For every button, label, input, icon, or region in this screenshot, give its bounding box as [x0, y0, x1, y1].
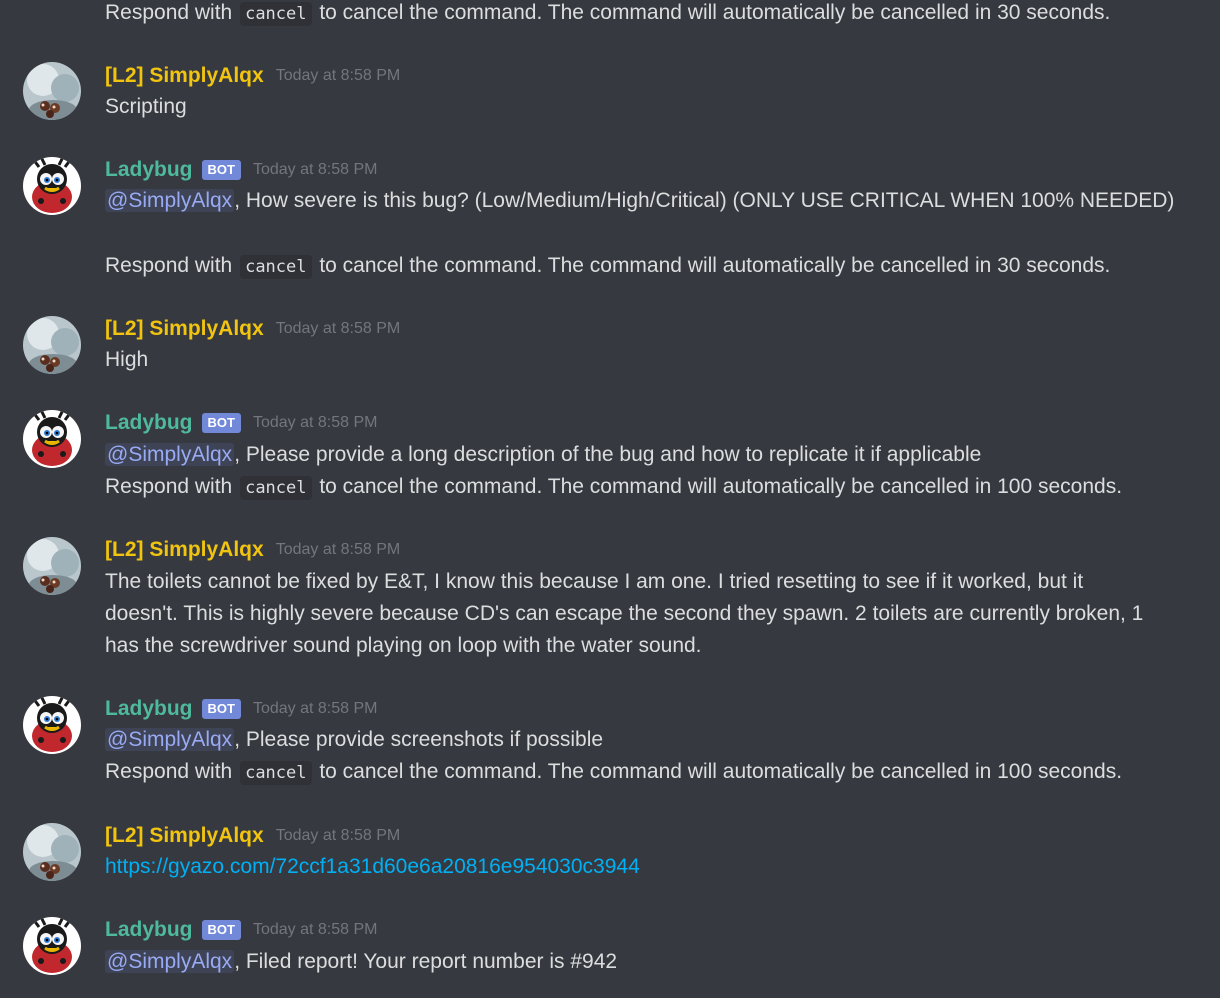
chat-message-list: Respond with cancel to cancel the comman… [0, 0, 1220, 998]
message-timestamp: Today at 8:58 PM [252, 161, 378, 178]
message-timestamp: Today at 8:58 PM [252, 414, 378, 431]
message-header: [L2] SimplyAlqx Today at 8:58 PM [105, 535, 400, 565]
message-text: has the screwdriver sound playing on loo… [105, 634, 702, 657]
ladybug-avatar-icon [23, 410, 81, 468]
message-text-segment: Respond with [105, 1, 239, 24]
user-avatar[interactable] [23, 62, 81, 120]
message-timestamp: Today at 8:58 PM [252, 700, 378, 717]
message-text-segment: to cancel the command. The command will … [313, 1, 1111, 24]
author-name[interactable]: Ladybug [105, 918, 193, 942]
rocky-avatar-icon [23, 316, 81, 374]
message-text: Respond with cancel to cancel the comman… [105, 250, 1110, 283]
message-text-segment: , Filed report! Your report number is #9… [234, 950, 618, 973]
inline-code: cancel [240, 255, 312, 279]
inline-code: cancel [240, 2, 312, 26]
user-avatar[interactable] [23, 537, 81, 595]
message-link[interactable]: https://gyazo.com/72ccf1a31d60e6a20816e9… [105, 855, 640, 878]
message-text-segment: to cancel the command. The command will … [313, 475, 1123, 498]
message-text-segment: , Please provide screenshots if possible [234, 728, 604, 751]
author-name[interactable]: [L2] SimplyAlqx [105, 538, 264, 562]
message-timestamp: Today at 8:58 PM [275, 541, 401, 558]
rocky-avatar-icon [23, 62, 81, 120]
bot-badge: BOT [201, 160, 241, 180]
message-header: [L2] SimplyAlqx Today at 8:58 PM [105, 61, 400, 91]
author-name[interactable]: Ladybug [105, 158, 193, 182]
message-text: Respond with cancel to cancel the comman… [105, 0, 1110, 30]
user-mention[interactable]: @SimplyAlqx [105, 443, 235, 466]
bot-avatar[interactable] [23, 157, 81, 215]
message-timestamp: Today at 8:58 PM [275, 67, 401, 84]
message-text-segment: to cancel the command. The command will … [313, 254, 1111, 277]
message-text: @SimplyAlqx, Please provide screenshots … [105, 724, 603, 756]
inline-code: cancel [240, 476, 312, 500]
message-text-segment: , How severe is this bug? (Low/Medium/Hi… [234, 189, 1175, 212]
user-mention[interactable]: @SimplyAlqx [105, 950, 235, 973]
message-text: Respond with cancel to cancel the comman… [105, 471, 1122, 504]
message-header: Ladybug BOT Today at 8:58 PM [105, 408, 377, 438]
message-text: https://gyazo.com/72ccf1a31d60e6a20816e9… [105, 851, 640, 883]
message-timestamp: Today at 8:58 PM [275, 320, 401, 337]
message-header: Ladybug BOT Today at 8:58 PM [105, 694, 377, 724]
user-mention[interactable]: @SimplyAlqx [105, 728, 235, 751]
message-header: Ladybug BOT Today at 8:58 PM [105, 155, 377, 185]
ladybug-avatar-icon [23, 696, 81, 754]
rocky-avatar-icon [23, 823, 81, 881]
user-mention[interactable]: @SimplyAlqx [105, 189, 235, 212]
message-text-segment: , Please provide a long description of t… [234, 443, 982, 466]
bot-badge: BOT [201, 699, 241, 719]
message-text: @SimplyAlqx, How severe is this bug? (Lo… [105, 185, 1185, 217]
message-text-segment: to cancel the command. The command will … [313, 760, 1123, 783]
rocky-avatar-icon [23, 537, 81, 595]
bot-badge: BOT [201, 413, 241, 433]
user-avatar[interactable] [23, 316, 81, 374]
bot-avatar[interactable] [23, 917, 81, 975]
author-name[interactable]: Ladybug [105, 411, 193, 435]
message-text: Scripting [105, 95, 187, 118]
author-name[interactable]: [L2] SimplyAlqx [105, 64, 264, 88]
message-text: The toilets cannot be fixed by E&T, I kn… [105, 570, 1084, 593]
message-text: doesn't. This is highly severe because C… [105, 602, 1144, 625]
author-name[interactable]: Ladybug [105, 697, 193, 721]
message-text-segment: Respond with [105, 475, 239, 498]
message-header: Ladybug BOT Today at 8:58 PM [105, 915, 377, 945]
message-text: Respond with cancel to cancel the comman… [105, 756, 1122, 789]
author-name[interactable]: [L2] SimplyAlqx [105, 824, 264, 848]
bot-avatar[interactable] [23, 410, 81, 468]
bot-badge: BOT [201, 920, 241, 940]
message-text: High [105, 348, 149, 371]
author-name[interactable]: [L2] SimplyAlqx [105, 317, 264, 341]
inline-code: cancel [240, 761, 312, 785]
message-text-segment: Respond with [105, 254, 239, 277]
message-timestamp: Today at 8:58 PM [252, 921, 378, 938]
ladybug-avatar-icon [23, 917, 81, 975]
message-text-segment: Respond with [105, 760, 239, 783]
message-timestamp: Today at 8:58 PM [275, 827, 401, 844]
message-header: [L2] SimplyAlqx Today at 8:58 PM [105, 821, 400, 851]
ladybug-avatar-icon [23, 157, 81, 215]
message-text: @SimplyAlqx, Please provide a long descr… [105, 439, 981, 471]
user-avatar[interactable] [23, 823, 81, 881]
message-header: [L2] SimplyAlqx Today at 8:58 PM [105, 314, 400, 344]
bot-avatar[interactable] [23, 696, 81, 754]
message-text: @SimplyAlqx, Filed report! Your report n… [105, 946, 617, 978]
